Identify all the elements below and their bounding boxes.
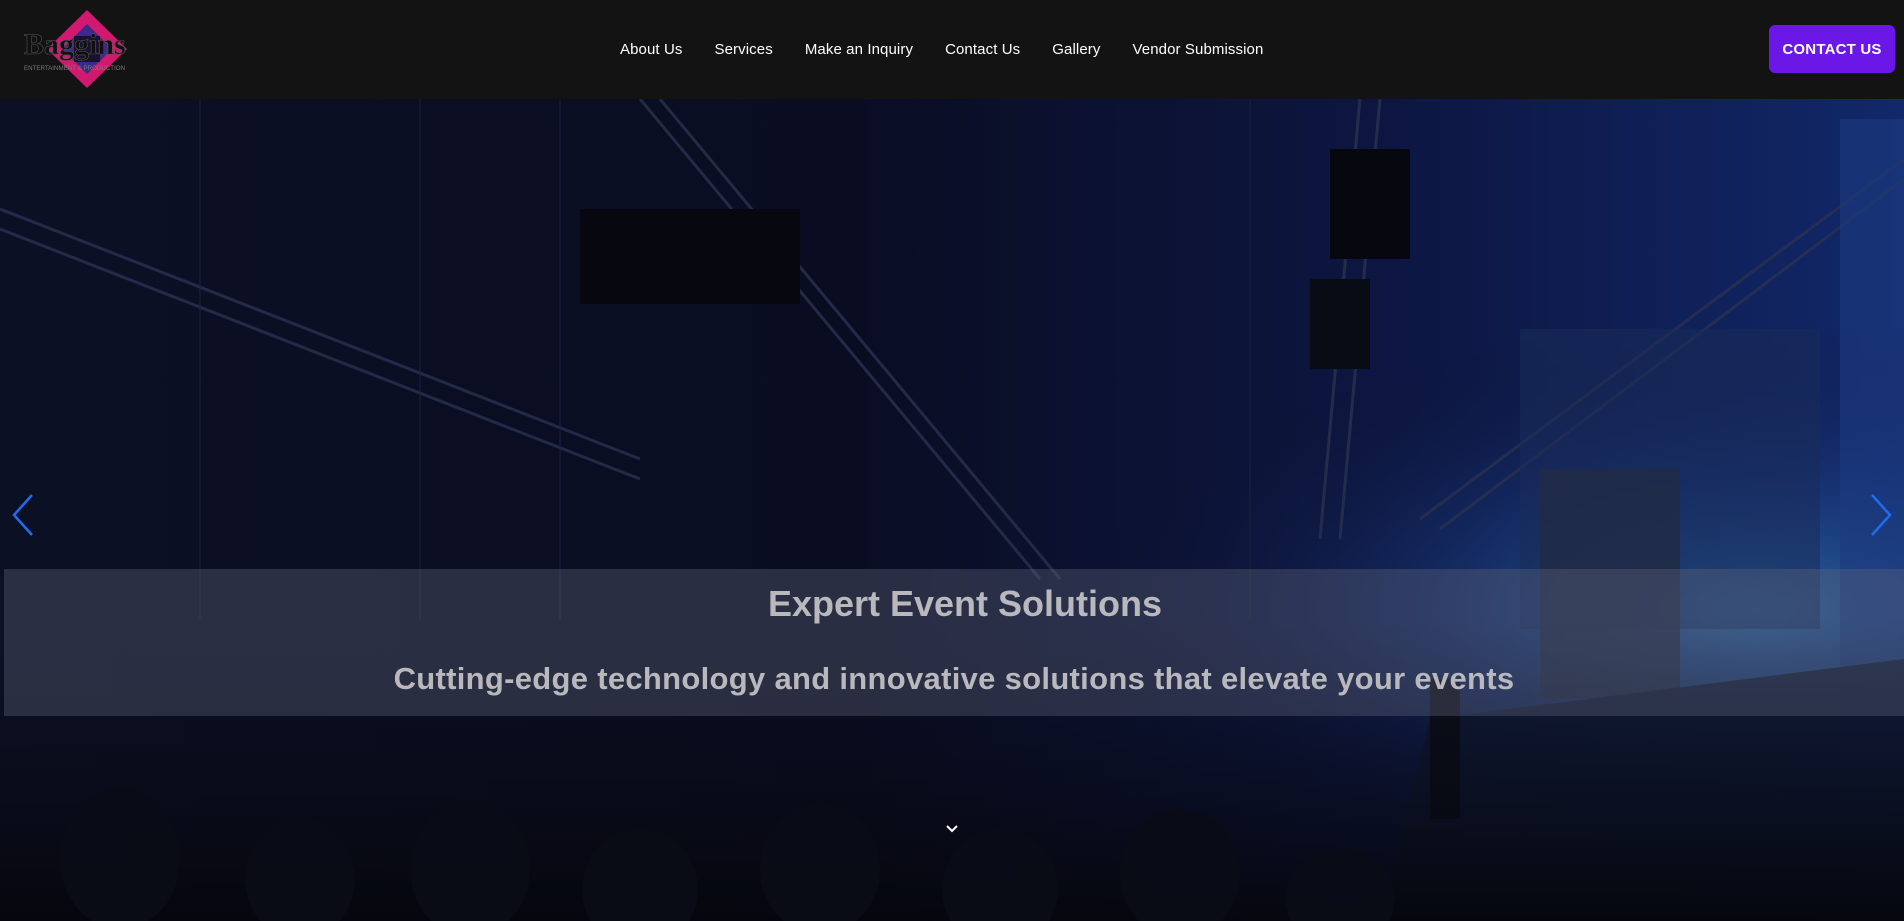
nav-services[interactable]: Services <box>715 41 773 58</box>
svg-text:Baggins: Baggins <box>24 28 126 61</box>
hero-title: Expert Event Solutions <box>767 583 1163 624</box>
chevron-left-icon[interactable] <box>8 491 38 539</box>
chevron-right-icon[interactable] <box>1866 491 1896 539</box>
nav-gallery[interactable]: Gallery <box>1052 41 1100 58</box>
nav-about-us[interactable]: About Us <box>620 41 683 58</box>
hero-subtitle: Cutting-edge technology and innovative s… <box>393 661 1515 696</box>
hero-background-image <box>0 99 1904 921</box>
main-nav: About Us Services Make an Inquiry Contac… <box>620 0 1295 99</box>
hero-caption: Expert Event Solutions Cutting-edge tech… <box>4 569 1904 716</box>
nav-vendor-submission[interactable]: Vendor Submission <box>1132 41 1263 58</box>
contact-us-button[interactable]: CONTACT US <box>1769 25 1895 73</box>
svg-text:ENTERTAINMENT & PRODUCTION: ENTERTAINMENT & PRODUCTION <box>24 65 125 72</box>
nav-contact-us[interactable]: Contact Us <box>945 41 1020 58</box>
site-header: Baggins ENTERTAINMENT & PRODUCTION About… <box>0 0 1904 99</box>
nav-make-an-inquiry[interactable]: Make an Inquiry <box>805 41 913 58</box>
company-logo[interactable]: Baggins ENTERTAINMENT & PRODUCTION <box>22 8 152 90</box>
hero-slider: Expert Event Solutions Cutting-edge tech… <box>0 99 1904 921</box>
chevron-down-icon[interactable] <box>944 823 960 835</box>
